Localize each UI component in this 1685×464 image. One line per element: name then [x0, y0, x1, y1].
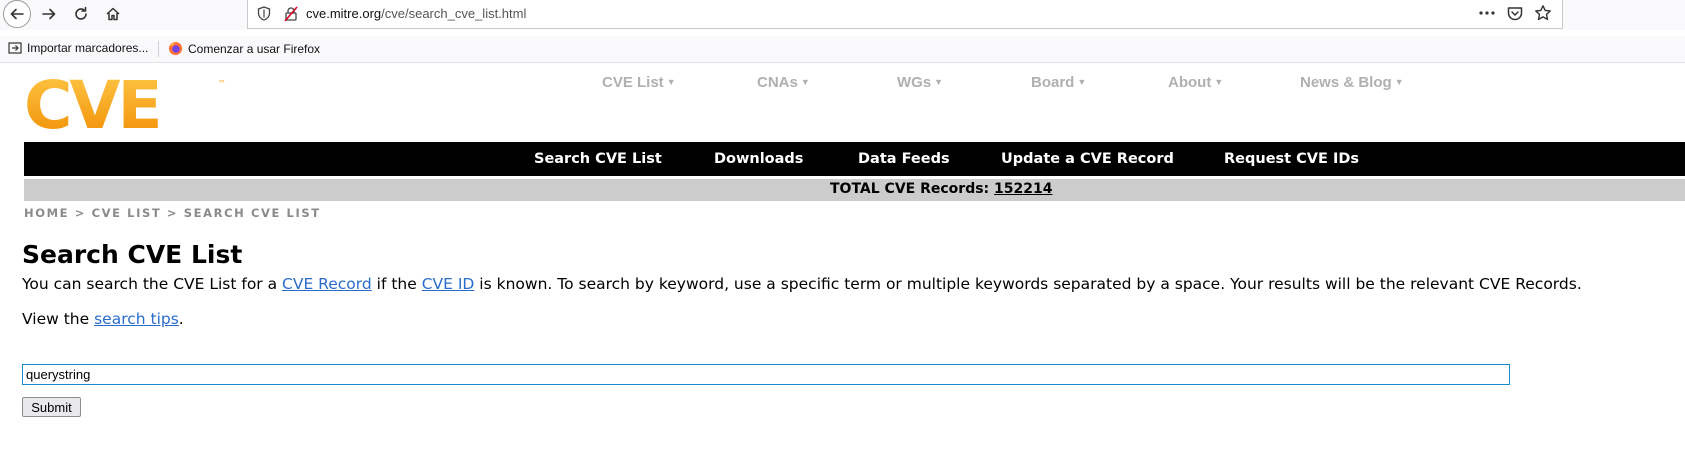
- shield-icon[interactable]: [257, 6, 271, 25]
- caret-down-icon: ▼: [934, 77, 944, 87]
- cve-logo[interactable]: CVE ™: [24, 67, 229, 144]
- tips-paragraph: View the search tips.: [22, 310, 184, 328]
- breadcrumb-home[interactable]: HOME: [24, 206, 69, 220]
- intro-text: You can search the CVE List for a: [22, 275, 283, 293]
- bookmarks-bar: Importar marcadores... Comenzar a usar F…: [0, 36, 1685, 63]
- url-host: cve.mitre.org: [306, 6, 382, 21]
- breadcrumb-separator: >: [74, 206, 86, 220]
- sub-nav-data-feeds[interactable]: Data Feeds: [858, 151, 950, 167]
- bookmark-import[interactable]: Importar marcadores...: [8, 41, 148, 55]
- submit-button[interactable]: Submit: [22, 397, 81, 417]
- url-path: /cve/search_cve_list.html: [381, 6, 527, 21]
- intro-text: if the: [371, 275, 422, 293]
- bookmark-getting-started-label: Comenzar a usar Firefox: [188, 41, 321, 56]
- top-nav-label: CVE List: [602, 74, 664, 91]
- more-icon[interactable]: [1478, 5, 1496, 25]
- top-nav-news-blog[interactable]: News & Blog ▼: [1300, 74, 1404, 91]
- top-nav-label: News & Blog: [1300, 74, 1392, 91]
- insecure-lock-icon[interactable]: [283, 6, 299, 26]
- cve-id-link[interactable]: CVE ID: [422, 275, 475, 293]
- top-nav-label: CNAs: [757, 74, 798, 91]
- search-input[interactable]: [22, 364, 1510, 385]
- home-button[interactable]: [100, 1, 126, 27]
- home-icon: [106, 7, 120, 21]
- caret-down-icon: ▼: [1394, 77, 1404, 87]
- top-nav-about[interactable]: About ▼: [1168, 74, 1223, 91]
- top-nav-board[interactable]: Board ▼: [1031, 74, 1086, 91]
- intro-text: is known. To search by keyword, use a sp…: [474, 275, 1582, 293]
- page-title: Search CVE List: [22, 240, 243, 269]
- cve-logo-text: CVE: [24, 76, 160, 132]
- total-records-count[interactable]: 152214: [994, 181, 1052, 197]
- total-records: TOTAL CVE Records: 152214: [830, 181, 1052, 197]
- url-text[interactable]: cve.mitre.org/cve/search_cve_list.html: [306, 6, 526, 21]
- caret-down-icon: ▼: [666, 77, 676, 87]
- forward-icon: [42, 8, 56, 20]
- caret-down-icon: ▼: [1214, 77, 1224, 87]
- sub-nav-bar: [24, 142, 1685, 176]
- top-nav-cve-list[interactable]: CVE List ▼: [602, 74, 676, 91]
- browser-toolbar: cve.mitre.org/cve/search_cve_list.html: [0, 0, 1685, 30]
- forward-button[interactable]: [36, 1, 62, 27]
- bookmark-separator: [158, 41, 159, 57]
- import-icon: [8, 42, 22, 54]
- reload-icon: [75, 6, 87, 20]
- caret-down-icon: ▼: [800, 77, 810, 87]
- pocket-icon[interactable]: [1506, 5, 1524, 26]
- breadcrumb-separator: >: [166, 206, 179, 220]
- breadcrumb-current: SEARCH CVE LIST: [183, 206, 321, 220]
- bookmark-star-icon[interactable]: [1534, 4, 1552, 26]
- sub-nav-update-cve-record[interactable]: Update a CVE Record: [1001, 151, 1174, 167]
- back-icon: [10, 8, 24, 20]
- total-records-bar: TOTAL CVE Records: 152214: [24, 179, 1685, 201]
- tips-text: .: [178, 310, 184, 328]
- bookmark-getting-started[interactable]: Comenzar a usar Firefox: [168, 41, 320, 56]
- sub-nav-request-cve-ids[interactable]: Request CVE IDs: [1224, 151, 1359, 167]
- sub-nav-downloads[interactable]: Downloads: [714, 151, 803, 167]
- url-bar[interactable]: cve.mitre.org/cve/search_cve_list.html: [247, 0, 1563, 29]
- search-tips-link[interactable]: search tips: [94, 310, 179, 328]
- top-nav-label: Board: [1031, 74, 1075, 91]
- reload-button[interactable]: [68, 1, 94, 27]
- breadcrumb-cve-list[interactable]: CVE LIST: [92, 206, 162, 220]
- intro-paragraph: You can search the CVE List for a CVE Re…: [22, 275, 1582, 293]
- firefox-icon: [168, 41, 183, 56]
- top-nav-cnas[interactable]: CNAs ▼: [757, 74, 810, 91]
- cve-logo-tm: ™: [218, 79, 226, 88]
- top-nav-wgs[interactable]: WGs ▼: [897, 74, 943, 91]
- cve-record-link[interactable]: CVE Record: [282, 275, 372, 293]
- sub-nav-search-cve-list[interactable]: Search CVE List: [534, 151, 662, 167]
- total-records-label: TOTAL CVE Records:: [830, 181, 990, 197]
- breadcrumb: HOME > CVE LIST > SEARCH CVE LIST: [24, 206, 321, 220]
- caret-down-icon: ▼: [1077, 77, 1087, 87]
- top-nav-label: About: [1168, 74, 1212, 91]
- tips-text: View the: [22, 310, 95, 328]
- bookmark-import-label: Importar marcadores...: [27, 41, 149, 55]
- back-button[interactable]: [3, 0, 31, 28]
- top-nav-label: WGs: [897, 74, 932, 91]
